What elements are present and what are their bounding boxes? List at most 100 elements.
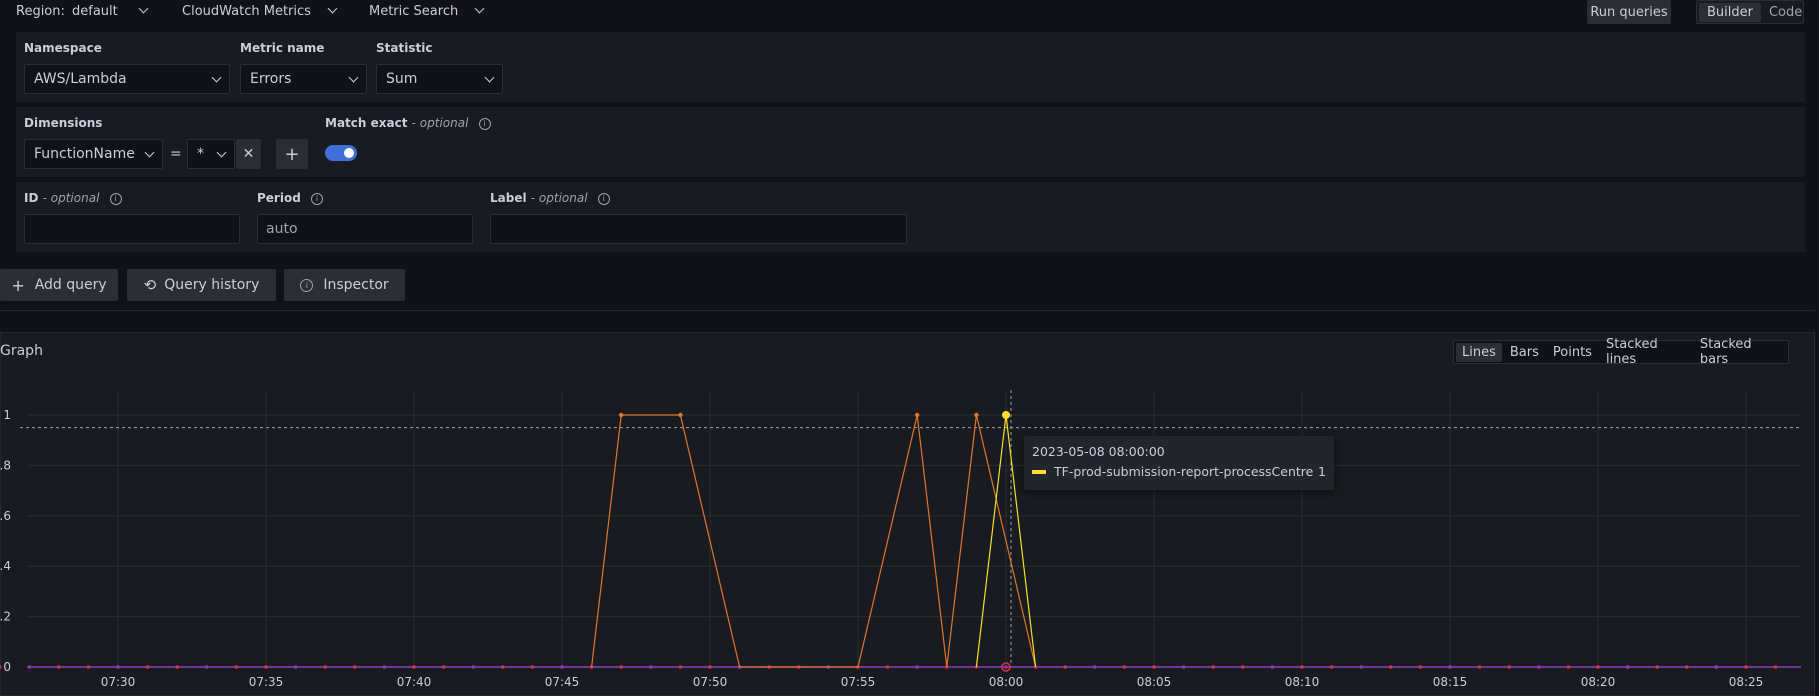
series-point bbox=[1537, 665, 1541, 669]
code-tab[interactable]: Code bbox=[1761, 3, 1810, 22]
query-history-button[interactable]: ⟲ Query history bbox=[127, 269, 276, 301]
add-dimension-button[interactable]: + bbox=[276, 139, 308, 169]
y-tick-label: 1 bbox=[3, 408, 11, 422]
period-text: Period bbox=[257, 191, 301, 205]
series-point bbox=[1418, 665, 1423, 669]
label-label: Label - optional i bbox=[490, 191, 610, 205]
x-tick-label: 08:20 bbox=[1581, 675, 1616, 689]
dimension-value-select[interactable]: * bbox=[187, 139, 235, 169]
tooltip-series: TF-prod-submission-report-processCentre bbox=[1054, 464, 1314, 479]
x-tick-label: 07:50 bbox=[693, 675, 728, 689]
series-point bbox=[1744, 665, 1748, 669]
series-point bbox=[1448, 665, 1452, 669]
series-point bbox=[1507, 665, 1511, 669]
add-query-button[interactable]: + Add query bbox=[0, 269, 118, 301]
y-tick-label: .4 bbox=[0, 559, 11, 573]
id-text: ID bbox=[24, 191, 39, 205]
dimension-key-select[interactable]: FunctionName bbox=[24, 139, 163, 169]
graph-title: Graph bbox=[0, 343, 43, 359]
mode-select[interactable]: Metric Search bbox=[369, 3, 485, 19]
x-tick-label: 08:15 bbox=[1433, 675, 1468, 689]
x-tick-label: 07:35 bbox=[249, 675, 284, 689]
series-point bbox=[57, 665, 61, 669]
view-points[interactable]: Points bbox=[1547, 343, 1598, 362]
mode-value: Metric Search bbox=[369, 4, 459, 19]
series-point bbox=[382, 665, 387, 669]
x-tick-label: 07:55 bbox=[841, 675, 876, 689]
editor-mode-toggle: Builder Code bbox=[1696, 0, 1804, 24]
series-point bbox=[1211, 665, 1215, 669]
id-label: ID - optional i bbox=[24, 191, 122, 205]
label-input[interactable] bbox=[490, 214, 907, 244]
x-tick-label: 08:25 bbox=[1729, 675, 1764, 689]
info-icon[interactable]: i bbox=[311, 192, 323, 205]
namespace-label: Namespace bbox=[24, 41, 102, 55]
builder-tab[interactable]: Builder bbox=[1699, 2, 1761, 22]
namespace-select[interactable]: AWS/Lambda bbox=[24, 64, 230, 94]
series-point bbox=[885, 665, 890, 669]
graph-view-selector: Lines Bars Points Stacked lines Stacked … bbox=[1453, 337, 1789, 367]
query-header: Region: default CloudWatch Metrics Metri… bbox=[0, 0, 1819, 24]
series-point bbox=[0, 665, 2, 669]
series-point bbox=[1063, 665, 1067, 669]
optional-tag: - optional bbox=[411, 116, 469, 130]
info-icon[interactable]: i bbox=[109, 192, 122, 205]
series-point bbox=[915, 665, 919, 669]
label-text: Label bbox=[490, 191, 527, 205]
series-point bbox=[1300, 665, 1304, 669]
region-select[interactable]: default bbox=[72, 3, 149, 19]
match-exact-label: Match exact - optional i bbox=[325, 116, 491, 130]
info-icon[interactable]: i bbox=[478, 117, 491, 130]
period-input[interactable]: auto bbox=[257, 214, 473, 244]
series-point bbox=[619, 665, 623, 669]
series-point bbox=[560, 665, 564, 669]
optional-tag: - optional bbox=[42, 191, 100, 205]
view-stacked-bars[interactable]: Stacked bars bbox=[1694, 335, 1784, 369]
series-point bbox=[1122, 665, 1127, 669]
inspector-label: Inspector bbox=[323, 277, 389, 293]
series-point bbox=[678, 412, 683, 418]
chevron-down-icon bbox=[216, 147, 227, 157]
series-point bbox=[264, 665, 268, 669]
series-point bbox=[412, 665, 416, 669]
time-series-chart[interactable]: 0 .2 .4 .6 .8 1 07:30 07:35 07:40 07:45 07:50 07:55… bbox=[0, 380, 1815, 696]
y-tick-label: .2 bbox=[0, 610, 11, 624]
series-point bbox=[619, 412, 624, 418]
series-point bbox=[1241, 665, 1245, 669]
run-queries-button[interactable]: Run queries bbox=[1587, 0, 1671, 24]
series-point bbox=[1093, 665, 1097, 669]
x-tick-label: 08:10 bbox=[1285, 675, 1320, 689]
tooltip-time: 2023-05-08 08:00:00 bbox=[1032, 444, 1165, 459]
info-icon: i bbox=[300, 278, 314, 292]
metric-name-select[interactable]: Errors bbox=[240, 64, 367, 94]
graph-tooltip: 2023-05-08 08:00:00 TF-prod-submission-r… bbox=[1024, 436, 1334, 490]
source-select[interactable]: CloudWatch Metrics bbox=[182, 3, 338, 19]
series-point bbox=[678, 665, 683, 669]
inspector-button[interactable]: i Inspector bbox=[284, 269, 405, 301]
view-stacked-lines[interactable]: Stacked lines bbox=[1600, 335, 1692, 369]
namespace-value: AWS/Lambda bbox=[34, 71, 127, 87]
x-tick-label: 08:00 bbox=[989, 675, 1024, 689]
statistic-label: Statistic bbox=[376, 41, 433, 55]
view-lines[interactable]: Lines bbox=[1456, 342, 1502, 362]
series-point bbox=[1773, 665, 1778, 669]
remove-dimension-button[interactable]: ✕ bbox=[236, 139, 261, 169]
series-point bbox=[708, 665, 712, 669]
view-bars[interactable]: Bars bbox=[1504, 343, 1545, 362]
dimension-value: * bbox=[197, 146, 204, 162]
tooltip-row: TF-prod-submission-report-processCentre … bbox=[1032, 464, 1326, 479]
statistic-value: Sum bbox=[386, 71, 418, 87]
statistic-select[interactable]: Sum bbox=[376, 64, 503, 94]
info-icon[interactable]: i bbox=[597, 192, 610, 205]
series-point bbox=[530, 665, 535, 669]
x-tick-label: 08:05 bbox=[1137, 675, 1172, 689]
series-point bbox=[175, 665, 179, 669]
period-label: Period i bbox=[257, 191, 323, 205]
match-exact-text: Match exact bbox=[325, 116, 408, 130]
id-input[interactable] bbox=[24, 214, 240, 244]
plus-icon: + bbox=[284, 143, 300, 165]
series-point bbox=[1389, 665, 1393, 669]
chevron-down-icon bbox=[484, 72, 495, 82]
match-exact-toggle[interactable] bbox=[325, 145, 357, 161]
source-value: CloudWatch Metrics bbox=[182, 4, 311, 19]
